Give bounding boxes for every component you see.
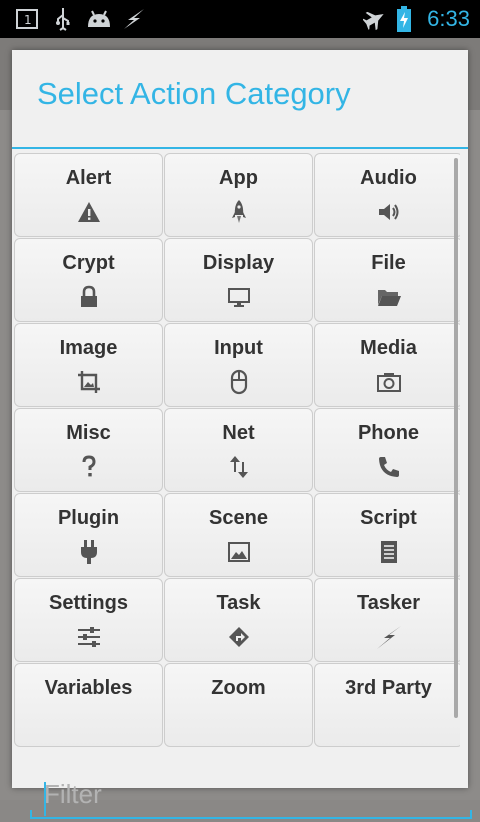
category-label: App [219, 167, 258, 189]
category-scene[interactable]: Scene [164, 493, 313, 577]
category-script[interactable]: Script [314, 493, 460, 577]
battery-charging-icon [396, 0, 412, 38]
filter-underline-tick-right [470, 810, 472, 819]
category-label: Misc [66, 422, 111, 444]
category-image[interactable]: Image [14, 323, 163, 407]
dialog-title: Select Action Category [37, 76, 351, 111]
category-label: Scene [209, 507, 268, 529]
warning-icon [75, 198, 103, 226]
category-zoom[interactable]: Zoom [164, 663, 313, 747]
category-app[interactable]: App [164, 153, 313, 237]
usb-icon [52, 0, 74, 38]
category-settings[interactable]: Settings [14, 578, 163, 662]
category-alert[interactable]: Alert [14, 153, 163, 237]
category-3rd-party[interactable]: 3rd Party [314, 663, 460, 747]
clock-time: 6:33 [427, 6, 470, 31]
category-label: File [371, 252, 406, 274]
filter-underline-tick-left [30, 810, 32, 819]
category-label: Image [59, 337, 118, 359]
category-net[interactable]: Net [164, 408, 313, 492]
flash-icon [122, 0, 146, 38]
category-media[interactable]: Media [314, 323, 460, 407]
picture-icon [225, 538, 253, 566]
select-action-category-dialog: Select Action Category Alert App Audio C… [12, 50, 474, 819]
monitor-icon [225, 283, 253, 311]
category-file[interactable]: File [314, 238, 460, 322]
category-grid: Alert App Audio Crypt Display File Image… [14, 153, 460, 748]
text-cursor [44, 782, 46, 816]
plug-icon [75, 538, 103, 566]
category-label: Zoom [211, 677, 266, 699]
category-variables[interactable]: Variables [14, 663, 163, 747]
android-debug-icon [84, 0, 114, 38]
category-misc[interactable]: Misc [14, 408, 163, 492]
category-task[interactable]: Task [164, 578, 313, 662]
category-label: Media [360, 337, 417, 359]
filter-input[interactable] [30, 772, 474, 816]
category-label: 3rd Party [345, 677, 432, 699]
category-label: Phone [357, 422, 420, 444]
rocket-icon [225, 198, 253, 226]
category-label: Crypt [62, 252, 115, 274]
grid-scrollbar[interactable] [454, 158, 458, 718]
category-display[interactable]: Display [164, 238, 313, 322]
category-label: Script [360, 507, 417, 529]
svg-text:1: 1 [24, 13, 32, 27]
category-label: Alert [65, 167, 112, 189]
phone-icon [375, 453, 403, 481]
category-input[interactable]: Input [164, 323, 313, 407]
lightning-icon [375, 623, 403, 651]
category-label: Audio [360, 167, 417, 189]
sim-card-icon: 1 [14, 0, 40, 38]
folder-open-icon [375, 283, 403, 311]
diamond-arrow-icon [225, 623, 253, 651]
title-divider [12, 147, 468, 149]
category-label: Settings [49, 592, 128, 614]
filter-field[interactable] [30, 772, 474, 822]
crop-icon [75, 368, 103, 396]
speaker-icon [375, 198, 403, 226]
question-icon [75, 453, 103, 481]
status-bar: 1 6:33 [0, 0, 480, 38]
airplane-mode-icon [362, 0, 388, 38]
category-plugin[interactable]: Plugin [14, 493, 163, 577]
mouse-icon [225, 368, 253, 396]
category-grid-scroll[interactable]: Alert App Audio Crypt Display File Image… [14, 153, 460, 759]
document-icon [375, 538, 403, 566]
category-label: Net [222, 422, 255, 444]
category-audio[interactable]: Audio [314, 153, 460, 237]
category-label: Variables [44, 677, 133, 699]
camera-icon [375, 368, 403, 396]
category-label: Tasker [356, 592, 420, 614]
lock-icon [75, 283, 103, 311]
up-down-arrows-icon [225, 453, 253, 481]
category-crypt[interactable]: Crypt [14, 238, 163, 322]
sliders-icon [75, 623, 103, 651]
category-label: Display [202, 252, 275, 274]
filter-underline [30, 817, 472, 819]
category-label: Plugin [57, 507, 120, 529]
category-label: Task [216, 592, 261, 614]
category-tasker[interactable]: Tasker [314, 578, 460, 662]
category-label: Input [214, 337, 263, 359]
category-phone[interactable]: Phone [314, 408, 460, 492]
